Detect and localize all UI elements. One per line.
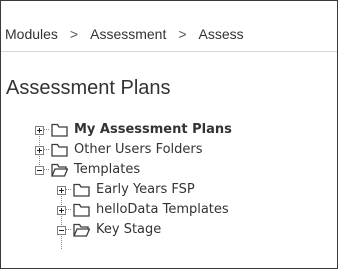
screenshot-frame: Modules > Assessment > Assess Assessment…: [0, 0, 338, 269]
tree-connector: [44, 149, 49, 151]
tree-item-key-stage[interactable]: Key Stage: [57, 220, 161, 240]
tree-item-early-years-fsp[interactable]: Early Years FSP: [57, 180, 195, 200]
expand-plus-icon[interactable]: [35, 145, 44, 155]
tree-item-hellodata-templates[interactable]: helloData Templates: [57, 200, 229, 220]
tree-item-templates[interactable]: Templates: [35, 160, 140, 180]
expand-plus-icon[interactable]: [57, 185, 66, 195]
tree-item-other-users-folders[interactable]: Other Users Folders: [35, 140, 203, 160]
tree-connector: [66, 189, 71, 191]
tree-item-label[interactable]: Other Users Folders: [74, 140, 203, 160]
tree-connector: [66, 229, 71, 231]
breadcrumb-divider: [1, 51, 337, 52]
tree-item-label[interactable]: Early Years FSP: [96, 180, 195, 200]
breadcrumb-item-modules[interactable]: Modules: [5, 26, 58, 42]
tree-connector: [44, 129, 49, 131]
page-title: Assessment Plans: [6, 77, 171, 99]
tree-item-my-assessment-plans[interactable]: My Assessment Plans: [35, 120, 232, 140]
folder-closed-icon: [51, 123, 68, 137]
collapse-minus-icon[interactable]: [57, 225, 66, 235]
collapse-minus-icon[interactable]: [35, 165, 44, 175]
breadcrumb-separator: >: [178, 26, 187, 42]
breadcrumb-separator: >: [69, 26, 79, 42]
breadcrumb-item-assess[interactable]: Assess: [199, 26, 244, 42]
folder-open-icon: [73, 223, 90, 237]
tree-item-label[interactable]: Templates: [74, 160, 140, 180]
expand-plus-icon[interactable]: [35, 125, 44, 135]
breadcrumb-item-assessment[interactable]: Assessment: [90, 26, 166, 42]
tree-connector: [66, 209, 71, 211]
tree-item-label[interactable]: helloData Templates: [96, 200, 229, 220]
folder-closed-icon: [73, 183, 90, 197]
folder-open-icon: [51, 163, 68, 177]
tree-connector: [44, 169, 49, 171]
tree-item-label[interactable]: My Assessment Plans: [74, 120, 232, 140]
folder-closed-icon: [51, 143, 68, 157]
tree-item-label[interactable]: Key Stage: [96, 220, 161, 240]
folder-closed-icon: [73, 203, 90, 217]
expand-plus-icon[interactable]: [57, 205, 66, 215]
breadcrumb: Modules > Assessment > Assess: [5, 25, 244, 43]
